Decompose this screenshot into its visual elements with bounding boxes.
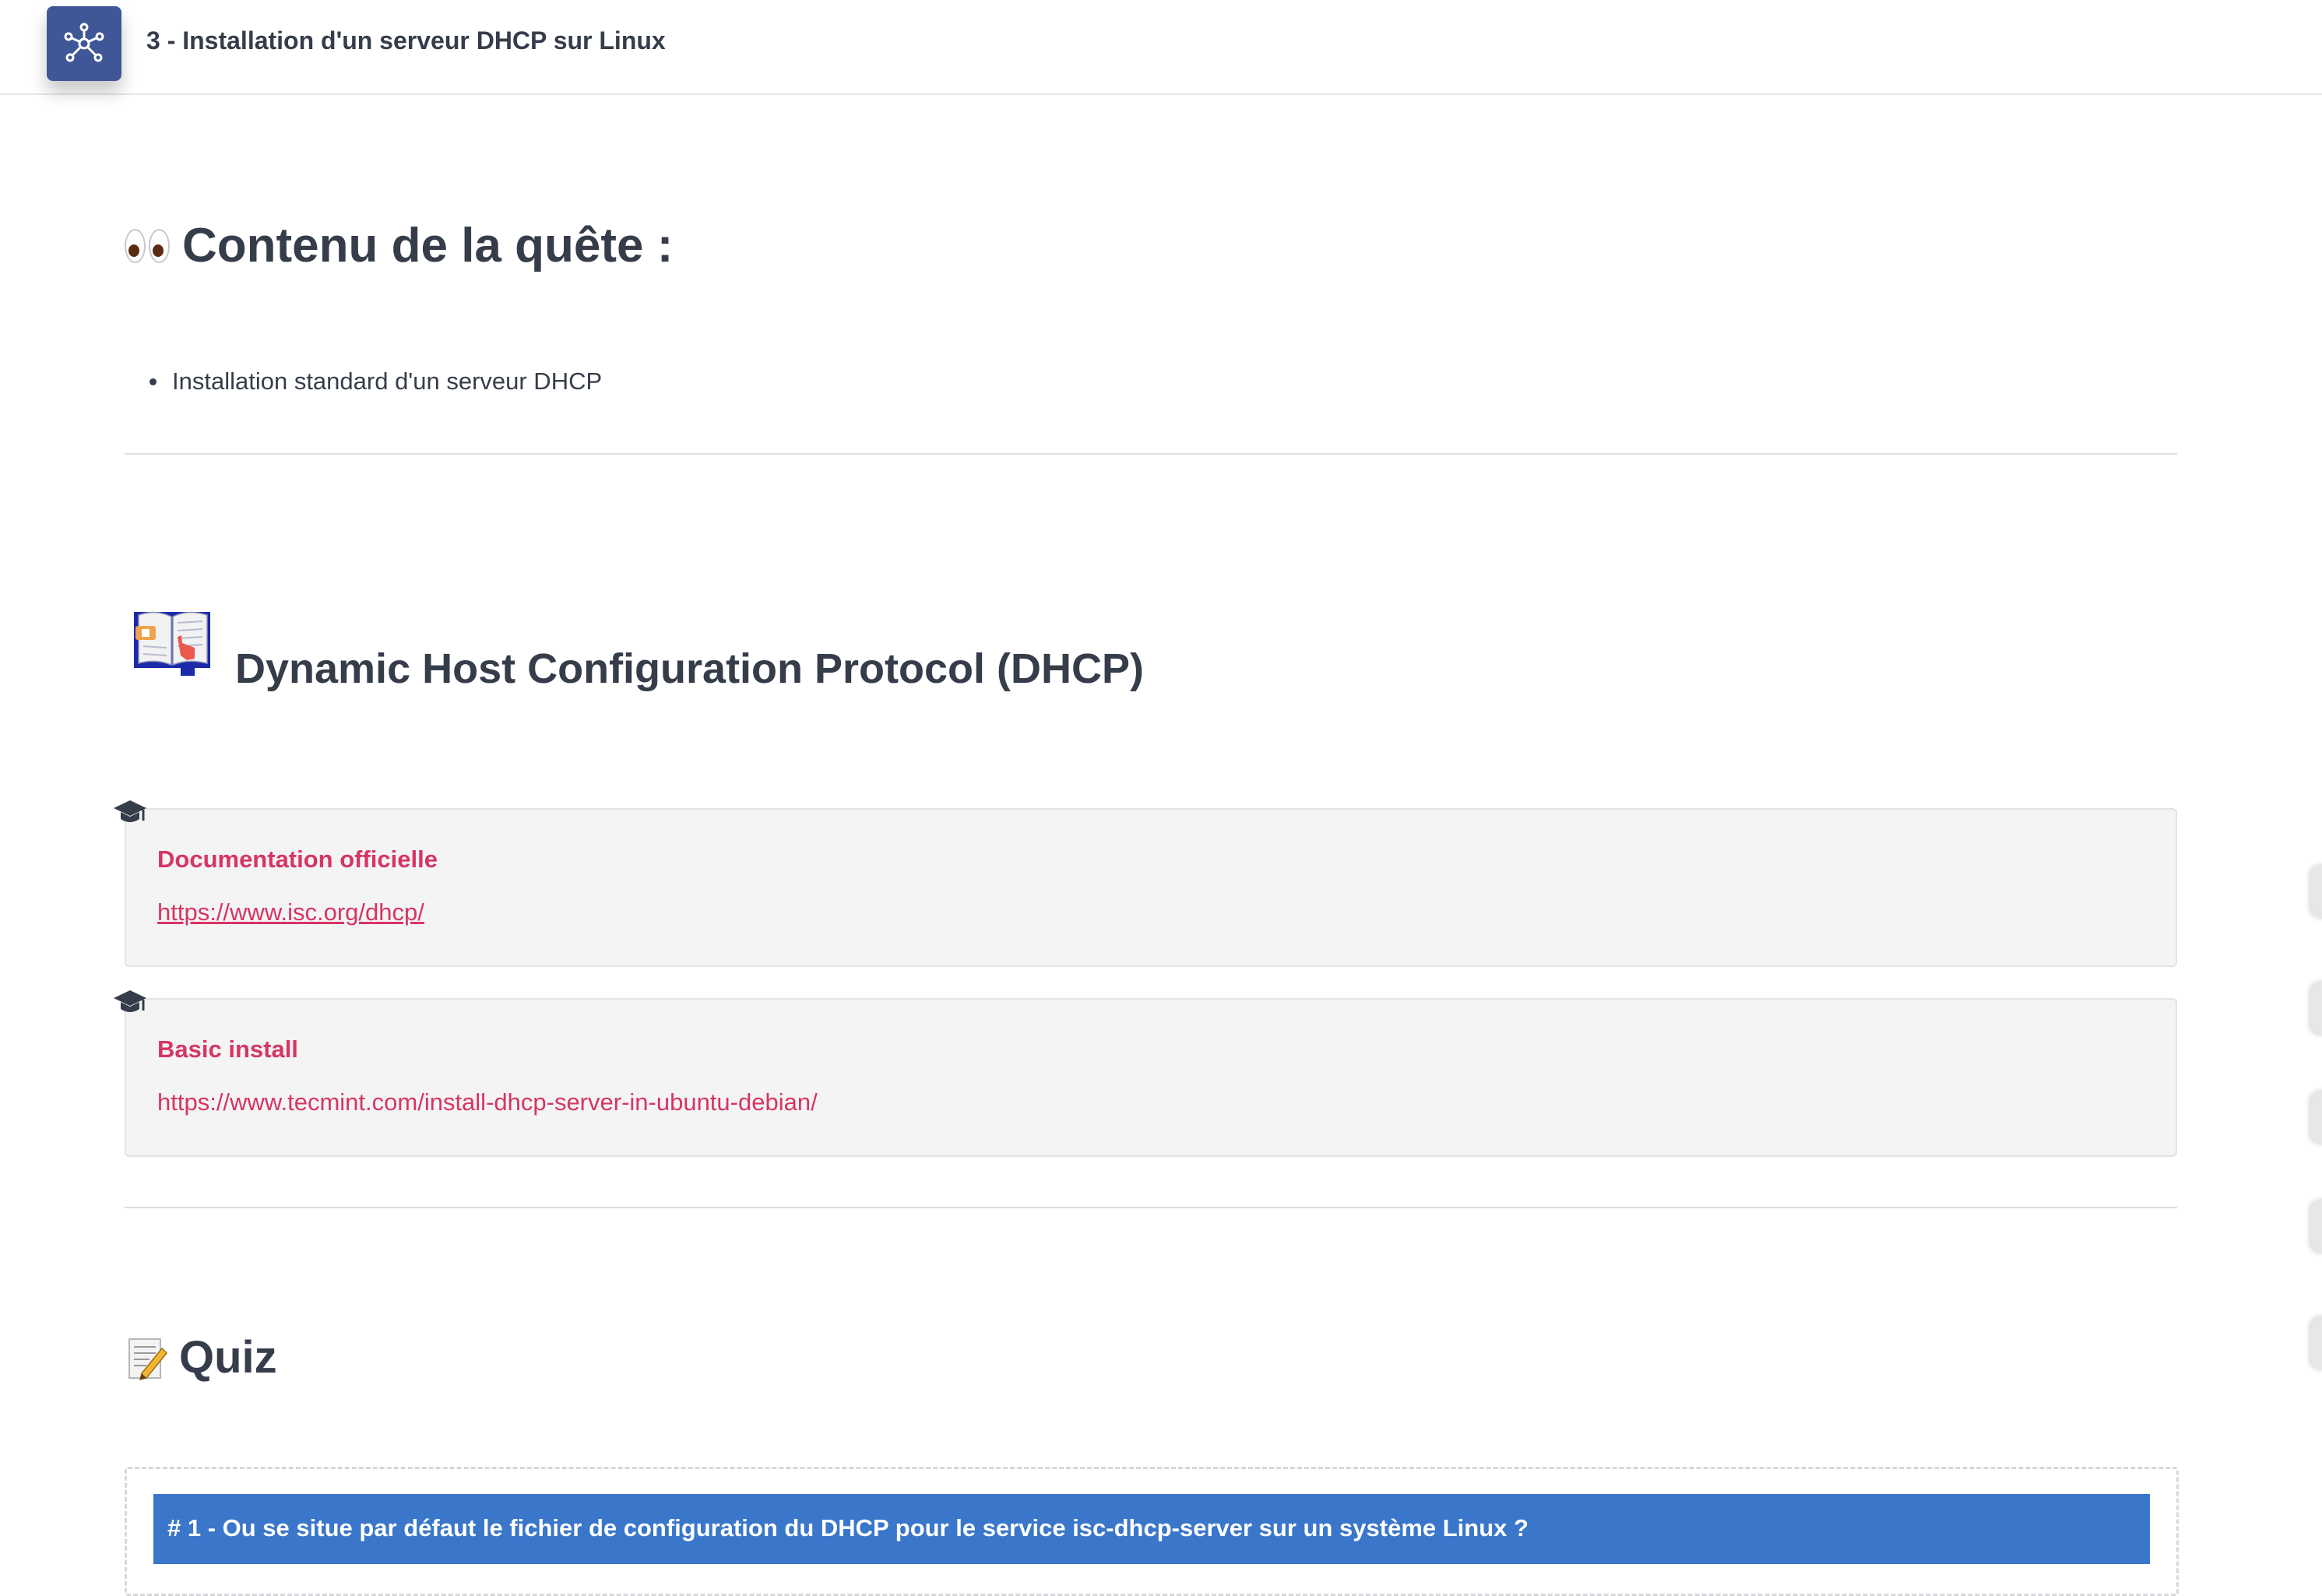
network-nodes-icon <box>64 23 104 62</box>
side-nav-handle[interactable] <box>2311 1090 2322 1144</box>
open-book-pointer-icon <box>134 611 210 676</box>
graduation-cap-icon <box>114 800 146 822</box>
bullet-icon <box>150 378 157 385</box>
heading-contenu-text: Contenu de la quête : <box>182 219 674 272</box>
side-nav-handle[interactable] <box>2311 1199 2322 1253</box>
list-item: Installation standard d'un serveur DHCP <box>150 367 602 395</box>
graduation-cap-icon <box>114 990 146 1012</box>
side-nav-handle[interactable] <box>2311 981 2322 1035</box>
page-title: 3 - Installation d'un serveur DHCP sur L… <box>146 26 666 54</box>
resource-card: Basic install https://www.tecmint.com/in… <box>114 990 2177 1157</box>
divider <box>125 453 2177 455</box>
side-nav-handle[interactable] <box>2311 1316 2322 1370</box>
heading-dhcp: Dynamic Host Configuration Protocol (DHC… <box>132 607 1144 692</box>
quiz-container: # 1 - Ou se situe par défaut le fichier … <box>125 1467 2179 1596</box>
resource-card: Documentation officielle https://www.isc… <box>114 800 2177 967</box>
resource-title: Basic install <box>157 1035 298 1063</box>
quiz-question[interactable]: # 1 - Ou se situe par défaut le fichier … <box>153 1494 2150 1564</box>
heading-dhcp-text: Dynamic Host Configuration Protocol (DHC… <box>235 645 1145 692</box>
list-item-text: Installation standard d'un serveur DHCP <box>172 367 603 395</box>
app-logo[interactable] <box>47 6 121 81</box>
heading-contenu: Contenu de la quête : <box>125 218 673 273</box>
memo-pencil-icon <box>128 1338 168 1380</box>
resource-link[interactable]: https://www.tecmint.com/install-dhcp-ser… <box>157 1088 818 1116</box>
divider <box>125 1207 2177 1208</box>
contenu-list: Installation standard d'un serveur DHCP <box>150 367 602 395</box>
resource-link[interactable]: https://www.isc.org/dhcp/ <box>157 898 424 926</box>
resource-title: Documentation officielle <box>157 845 438 873</box>
heading-quiz-text: Quiz <box>179 1332 277 1383</box>
side-nav-handle[interactable] <box>2311 864 2322 919</box>
top-bar: 3 - Installation d'un serveur DHCP sur L… <box>0 0 2322 95</box>
heading-quiz: Quiz <box>126 1331 277 1383</box>
eyes-icon <box>125 228 170 263</box>
